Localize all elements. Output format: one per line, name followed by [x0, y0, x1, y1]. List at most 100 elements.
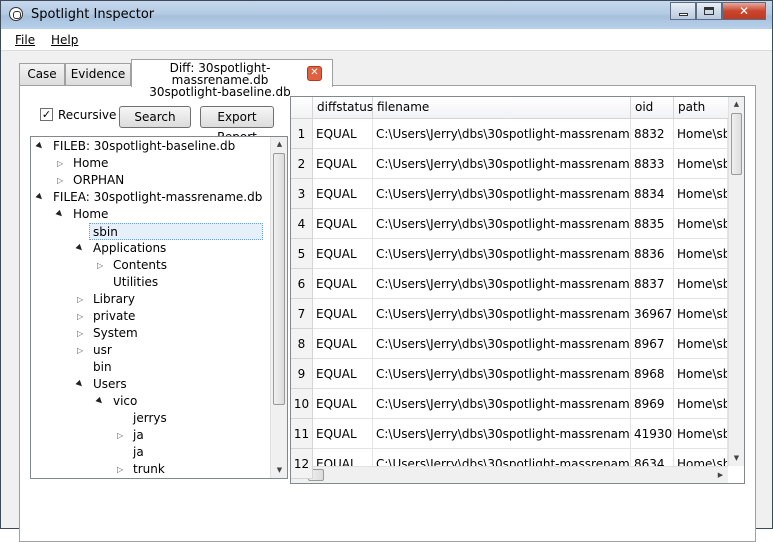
table-cell-filename[interactable]: C:\Users\Jerry\dbs\30spotlight-massrenam…: [373, 299, 631, 329]
tree-node[interactable]: Utilities: [113, 274, 158, 291]
tree-node[interactable]: Home: [73, 206, 108, 223]
title-bar[interactable]: Spotlight Inspector ✕: [1, 1, 772, 29]
menu-help[interactable]: Help: [51, 33, 78, 47]
table-cell-diffstatus[interactable]: EQUAL: [313, 239, 373, 269]
table-cell-oid[interactable]: 8968: [631, 359, 674, 389]
table-horizontal-scrollbar[interactable]: ◀ ▶: [291, 466, 728, 483]
table-cell-filename[interactable]: C:\Users\Jerry\dbs\30spotlight-massrenam…: [373, 269, 631, 299]
column-header-path[interactable]: path: [674, 97, 729, 119]
collapse-arrow-icon[interactable]: ▲: [32, 189, 48, 205]
maximize-button[interactable]: [696, 2, 722, 20]
table-cell-filename[interactable]: C:\Users\Jerry\dbs\30spotlight-massrenam…: [373, 359, 631, 389]
table-cell-filename[interactable]: C:\Users\Jerry\dbs\30spotlight-massrenam…: [373, 239, 631, 269]
expand-arrow-icon[interactable]: ▷: [117, 427, 123, 444]
file-tree[interactable]: ▲ ▼ ▲ FILEB: 30spotlight-baseline.db ▷ Home…: [30, 136, 288, 479]
expand-arrow-icon[interactable]: ▷: [97, 257, 103, 274]
table-cell-filename[interactable]: C:\Users\Jerry\dbs\30spotlight-massrenam…: [373, 179, 631, 209]
table-cell-diffstatus[interactable]: EQUAL: [313, 179, 373, 209]
column-header-oid[interactable]: oid: [631, 97, 674, 119]
table-cell-oid[interactable]: 419309: [631, 419, 674, 449]
table-cell-filename[interactable]: C:\Users\Jerry\dbs\30spotlight-massrenam…: [373, 419, 631, 449]
scrollbar-thumb[interactable]: [731, 113, 742, 175]
recursive-checkbox[interactable]: ✓: [40, 108, 53, 121]
tree-node[interactable]: ORPHAN: [73, 172, 124, 189]
close-tab-icon[interactable]: ✕: [307, 66, 322, 81]
scroll-up-icon[interactable]: ▲: [729, 97, 744, 112]
table-cell-diffstatus[interactable]: EQUAL: [313, 209, 373, 239]
scroll-right-icon[interactable]: ▶: [713, 468, 728, 483]
row-number[interactable]: 3: [291, 179, 313, 209]
menu-file[interactable]: File: [15, 33, 35, 47]
table-cell-filename[interactable]: C:\Users\Jerry\dbs\30spotlight-massrenam…: [373, 389, 631, 419]
table-cell-oid[interactable]: 8834: [631, 179, 674, 209]
tree-node[interactable]: vico: [113, 393, 137, 410]
table-cell-diffstatus[interactable]: EQUAL: [313, 299, 373, 329]
tree-node[interactable]: System: [93, 325, 138, 342]
row-number[interactable]: 12: [291, 449, 313, 479]
expand-arrow-icon[interactable]: ▷: [117, 461, 123, 478]
tree-node[interactable]: usr: [93, 342, 112, 359]
table-cell-filename[interactable]: C:\Users\Jerry\dbs\30spotlight-massrenam…: [373, 149, 631, 179]
collapse-arrow-icon[interactable]: ▲: [92, 393, 108, 409]
close-button[interactable]: ✕: [722, 2, 766, 20]
table-cell-oid[interactable]: 8836: [631, 239, 674, 269]
table-cell-filename[interactable]: C:\Users\Jerry\dbs\30spotlight-massrenam…: [373, 119, 631, 149]
table-cell-oid[interactable]: 8969: [631, 389, 674, 419]
scroll-up-icon[interactable]: ▲: [272, 137, 287, 152]
table-cell-filename[interactable]: C:\Users\Jerry\dbs\30spotlight-massrenam…: [373, 329, 631, 359]
row-number[interactable]: 11: [291, 419, 313, 449]
expand-arrow-icon[interactable]: ▷: [77, 325, 83, 342]
search-button[interactable]: Search: [119, 106, 191, 128]
row-number[interactable]: 2: [291, 149, 313, 179]
tree-node[interactable]: FILEB: 30spotlight-baseline.db: [53, 138, 235, 155]
tree-node[interactable]: Applications: [93, 240, 166, 257]
expand-arrow-icon[interactable]: ▷: [77, 308, 83, 325]
table-cell-path[interactable]: Home\sb: [674, 329, 728, 359]
tree-node[interactable]: private: [93, 308, 135, 325]
table-cell-path[interactable]: Home\sb: [674, 389, 728, 419]
table-cell-path[interactable]: Home\sb: [674, 209, 728, 239]
tab-case[interactable]: Case: [19, 63, 65, 85]
tree-node[interactable]: FILEA: 30spotlight-massrename.db: [53, 189, 262, 206]
row-number[interactable]: 8: [291, 329, 313, 359]
table-cell-filename[interactable]: C:\Users\Jerry\dbs\30spotlight-massrenam…: [373, 209, 631, 239]
table-cell-path[interactable]: Home\sb: [674, 419, 728, 449]
export-report-button[interactable]: Export Report: [200, 106, 274, 144]
row-number[interactable]: 7: [291, 299, 313, 329]
scroll-down-icon[interactable]: ▼: [729, 451, 744, 466]
tree-node[interactable]: bin: [93, 359, 112, 376]
tab-diff[interactable]: Diff: 30spotlight-massrename.db 30spotli…: [131, 59, 333, 98]
tree-node[interactable]: Users: [93, 376, 127, 393]
row-number[interactable]: 5: [291, 239, 313, 269]
tree-node[interactable]: Library: [93, 291, 135, 308]
row-number[interactable]: 9: [291, 359, 313, 389]
table-cell-diffstatus[interactable]: EQUAL: [313, 329, 373, 359]
table-cell-oid[interactable]: 369670: [631, 299, 674, 329]
scrollbar-thumb[interactable]: [273, 153, 285, 405]
table-cell-diffstatus[interactable]: EQUAL: [313, 389, 373, 419]
expand-arrow-icon[interactable]: ▷: [57, 155, 63, 172]
column-header-filename[interactable]: filename: [373, 97, 631, 119]
table-cell-diffstatus[interactable]: EQUAL: [313, 269, 373, 299]
scroll-down-icon[interactable]: ▼: [272, 463, 287, 478]
table-cell-path[interactable]: Home\sb: [674, 179, 728, 209]
table-vertical-scrollbar[interactable]: ▲ ▼: [728, 97, 744, 466]
table-cell-oid[interactable]: 8837: [631, 269, 674, 299]
table-cell-diffstatus[interactable]: EQUAL: [313, 119, 373, 149]
tree-node[interactable]: ja: [133, 427, 144, 444]
table-cell-oid[interactable]: 8833: [631, 149, 674, 179]
table-cell-oid[interactable]: 8832: [631, 119, 674, 149]
collapse-arrow-icon[interactable]: ▲: [32, 138, 48, 154]
row-number[interactable]: 4: [291, 209, 313, 239]
minimize-button[interactable]: [670, 2, 696, 20]
table-cell-path[interactable]: Home\sb: [674, 269, 728, 299]
row-number[interactable]: 6: [291, 269, 313, 299]
table-cell-path[interactable]: Home\sb: [674, 119, 728, 149]
tree-vertical-scrollbar[interactable]: ▲ ▼: [270, 137, 287, 478]
table-cell-path[interactable]: Home\sb: [674, 359, 728, 389]
table-cell-path[interactable]: Home\sb: [674, 149, 728, 179]
row-number[interactable]: 10: [291, 389, 313, 419]
expand-arrow-icon[interactable]: ▷: [77, 291, 83, 308]
collapse-arrow-icon[interactable]: ▲: [52, 206, 68, 222]
collapse-arrow-icon[interactable]: ▲: [72, 376, 88, 392]
